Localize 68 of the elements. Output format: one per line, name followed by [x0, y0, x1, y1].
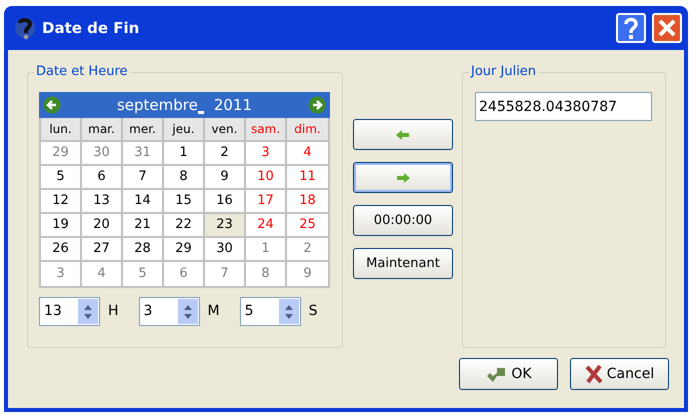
close-icon [657, 18, 677, 38]
day-cell[interactable]: 19 [41, 214, 82, 238]
day-cell[interactable]: 13 [82, 190, 123, 214]
day-cell[interactable]: 1 [164, 142, 205, 166]
day-cell[interactable]: 30 [205, 238, 246, 262]
right-arrow-icon [395, 172, 411, 184]
julian-day-field[interactable]: 2455828.04380787 [475, 92, 652, 121]
previous-month-icon[interactable] [43, 96, 61, 114]
day-cell[interactable]: 16 [205, 190, 246, 214]
previous-button[interactable] [353, 119, 453, 150]
time-button[interactable]: 00:00:00 [353, 205, 453, 236]
unit-label: S [308, 302, 318, 321]
weekday-header: jeu. [164, 118, 205, 142]
help-icon [14, 15, 36, 41]
day-cell[interactable]: 31 [123, 142, 164, 166]
unit-label: H [108, 302, 119, 321]
time-button[interactable]: Maintenant [353, 248, 453, 279]
caret-icon [198, 111, 204, 114]
day-cell[interactable]: 20 [82, 214, 123, 238]
spin-field[interactable]: 5 [240, 297, 301, 326]
day-cell[interactable]: 30 [82, 142, 123, 166]
day-cell[interactable]: 9 [205, 166, 246, 190]
day-cell[interactable]: 8 [164, 166, 205, 190]
spin-field[interactable]: 3 [138, 297, 200, 326]
close-button[interactable] [652, 13, 682, 43]
cross-icon [584, 364, 603, 384]
day-cell[interactable]: 6 [82, 166, 123, 190]
day-cell[interactable]: 22 [164, 214, 205, 238]
day-cell[interactable]: 23 [205, 214, 246, 238]
day-cell[interactable]: 10 [246, 166, 287, 190]
day-cell[interactable]: 27 [82, 238, 123, 262]
unit-label: M [208, 302, 220, 321]
cancel-button[interactable]: Cancel [570, 358, 669, 390]
day-cell[interactable]: 14 [123, 190, 164, 214]
day-cell[interactable]: 1 [246, 238, 287, 262]
day-cell[interactable]: 28 [123, 238, 164, 262]
ok-button[interactable]: OK [459, 358, 558, 390]
weekday-header: mar. [82, 118, 123, 142]
weekday-header: lun. [41, 118, 82, 142]
question-icon [623, 17, 639, 39]
day-cell[interactable]: 15 [164, 190, 205, 214]
weekday-header: dim. [287, 118, 328, 142]
day-cell[interactable]: 7 [123, 166, 164, 190]
next-month-icon[interactable] [308, 96, 326, 114]
day-cell[interactable]: 5 [41, 166, 82, 190]
day-cell[interactable]: 24 [246, 214, 287, 238]
group-title: Jour Julien [469, 64, 538, 80]
month-dropdown[interactable]: septembre [116, 94, 204, 116]
day-cell[interactable]: 12 [41, 190, 82, 214]
day-cell[interactable]: 2 [205, 142, 246, 166]
left-arrow-icon [395, 128, 411, 140]
help-button[interactable] [616, 13, 646, 43]
day-cell[interactable]: 3 [246, 142, 287, 166]
weekday-header: ven. [205, 118, 246, 142]
weekday-header: sam. [246, 118, 287, 142]
day-cell[interactable]: 26 [41, 238, 82, 262]
year-label[interactable]: 2011 [214, 94, 252, 116]
weekday-header: mer. [123, 118, 164, 142]
day-cell[interactable]: 29 [41, 142, 82, 166]
spin-arrows-icon[interactable] [78, 299, 98, 324]
day-cell[interactable]: 29 [164, 238, 205, 262]
spin-field[interactable]: 13 [39, 297, 100, 326]
day-cell[interactable]: 17 [246, 190, 287, 214]
day-cell[interactable]: 21 [123, 214, 164, 238]
window-title: Date de Fin [42, 18, 140, 39]
spin-arrows-icon[interactable] [278, 299, 299, 324]
spin-arrows-icon[interactable] [178, 299, 198, 324]
next-button[interactable] [353, 162, 453, 193]
